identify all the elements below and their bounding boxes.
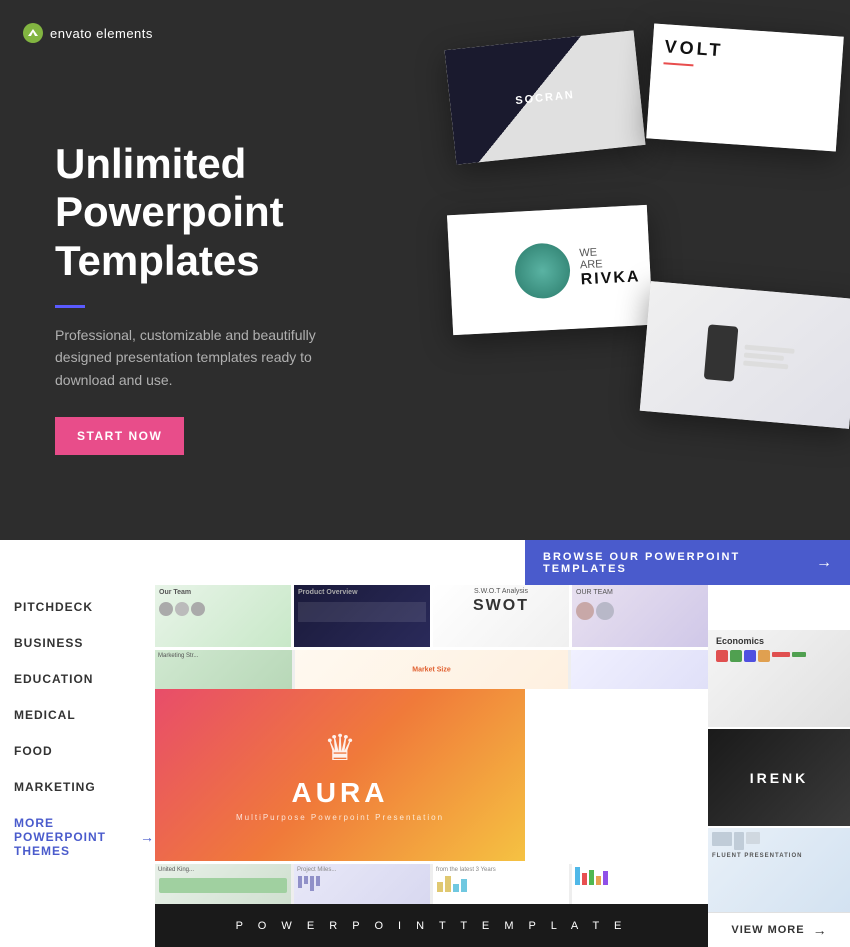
b-slide-3-bars <box>433 876 569 892</box>
strip-text: P O W E R P O I N T T E M P L A T E <box>236 920 628 932</box>
hero-images: SOCRAN VOLT WE ARE RIVKA <box>400 10 850 530</box>
mini-slide-team: Our Team <box>155 585 291 647</box>
mini-slide-team2: OUR TEAM <box>572 585 708 647</box>
rivka-circle <box>514 241 572 299</box>
slide-market-right <box>571 650 708 689</box>
main-content: BROWSE OUR POWERPOINT TEMPLATES → Our Te… <box>155 540 850 947</box>
browse-banner-arrow-icon: → <box>816 554 832 572</box>
rivka-text-block: WE ARE RIVKA <box>579 244 641 289</box>
logo-text: envato elements <box>50 26 153 41</box>
envato-logo-icon <box>22 22 44 44</box>
hero-divider <box>55 305 85 308</box>
b-slide-1: United King... <box>155 864 291 905</box>
product-label: Product Overview <box>294 585 430 600</box>
aura-subtitle: MultiPurpose Powerpoint Presentation <box>236 813 444 822</box>
volt-title: VOLT <box>664 36 724 61</box>
fluent-label: FLUENT PRESENTATION <box>712 853 846 859</box>
nav-item-business[interactable]: BUSINESS <box>14 636 155 650</box>
aura-crown-icon: ♛ <box>324 727 356 769</box>
hero-subtitle: Professional, customizable and beautiful… <box>55 324 355 391</box>
volt-underline <box>663 62 693 66</box>
top-thumbs-row: Our Team Product Overview S.W.O.T <box>155 585 708 647</box>
bottom-thumbs-row: United King... Project Miles... f <box>155 864 708 905</box>
economics-content: Economics <box>708 630 850 727</box>
b-slide-bars <box>294 876 430 891</box>
view-more-arrow-icon: → <box>813 922 827 938</box>
powerpoint-template-strip: P O W E R P O I N T T E M P L A T E <box>155 904 708 947</box>
browse-banner-text: BROWSE OUR POWERPOINT TEMPLATES <box>543 551 816 575</box>
fluent-device-icons <box>712 832 846 850</box>
more-powerpoint-themes-link[interactable]: MORE POWERPOINT THEMES <box>14 816 155 858</box>
b-slide-3: from the latest 3 Years <box>433 864 569 905</box>
team-label: Our Team <box>155 585 291 600</box>
team2-label: OUR TEAM <box>572 585 708 600</box>
irenk-label: IRENK <box>750 770 809 786</box>
b-slide-4-bars <box>572 864 708 888</box>
mini-slide-swot: S.W.O.T Analysis SWOT <box>433 585 569 647</box>
browse-banner: BROWSE OUR POWERPOINT TEMPLATES → <box>525 540 850 585</box>
economics-label: Economics <box>716 636 842 646</box>
hero-title: Unlimited Powerpoint Templates <box>55 140 435 285</box>
nav-item-pitchdeck[interactable]: PITCHDECK <box>14 600 155 614</box>
b-slide-3-label: from the latest 3 Years <box>433 864 569 876</box>
nav-item-medical[interactable]: MEDICAL <box>14 708 155 722</box>
start-now-button[interactable]: START NOW <box>55 417 184 455</box>
mini-slide-product: Product Overview <box>294 585 430 647</box>
slide-card-rivka: WE ARE RIVKA <box>447 205 653 335</box>
nav-item-marketing[interactable]: MARKETING <box>14 780 155 794</box>
rivka-fill: WE ARE RIVKA <box>447 205 653 335</box>
aura-featured-card[interactable]: ♛ AURA MultiPurpose Powerpoint Presentat… <box>155 689 525 860</box>
right-thumb-irenk[interactable]: IRENK <box>708 729 850 828</box>
sidebar-nav: PITCHDECK BUSINESS EDUCATION MEDICAL FOO… <box>0 540 155 947</box>
rivka-name: RIVKA <box>580 268 641 289</box>
logo: envato elements <box>22 22 153 44</box>
mobile-bars <box>743 344 795 369</box>
nav-item-food[interactable]: FOOD <box>14 744 155 758</box>
market-label: Marketing Str... <box>158 653 198 659</box>
view-more-text: VIEW MORE <box>731 924 804 936</box>
slide-card-volt: VOLT <box>646 24 844 152</box>
right-thumbs: Economics IRENK <box>708 630 850 947</box>
featured-area: Our Team Product Overview S.W.O.T <box>155 585 708 947</box>
irenk-content: IRENK <box>708 729 850 826</box>
rivka-we: WE <box>579 247 597 260</box>
nav-item-education[interactable]: EDUCATION <box>14 672 155 686</box>
b-slide-2-label: Project Miles... <box>294 864 430 876</box>
view-more-bar[interactable]: VIEW MORE → <box>708 912 850 947</box>
aura-title: AURA <box>292 777 389 809</box>
b-slide-1-label: United King... <box>155 864 291 876</box>
economics-icons <box>716 650 842 662</box>
phone-icon <box>704 324 739 381</box>
hero-content: Unlimited Powerpoint Templates Professio… <box>55 140 435 455</box>
middle-thumbs-row: Marketing Str... Market Size <box>155 650 708 689</box>
slide-card-socran: SOCRAN <box>445 30 646 164</box>
template-grid: Our Team Product Overview S.W.O.T <box>155 585 850 947</box>
swot-content: S.W.O.T Analysis SWOT <box>433 585 569 618</box>
browse-section: PITCHDECK BUSINESS EDUCATION MEDICAL FOO… <box>0 540 850 947</box>
team-icons <box>155 600 291 618</box>
b-slide-2: Project Miles... <box>294 864 430 905</box>
hero-section: envato elements Unlimited Powerpoint Tem… <box>0 0 850 540</box>
slide-aura-preview: Market Size <box>295 650 569 689</box>
mobile-fill <box>640 281 850 429</box>
volt-fill: VOLT <box>646 24 844 152</box>
right-thumb-economics[interactable]: Economics <box>708 630 850 729</box>
b-slide-4 <box>572 864 708 905</box>
team2-icons <box>572 600 708 622</box>
aura-preview-label: Market Size <box>412 666 451 673</box>
slide-market: Marketing Str... <box>155 650 292 689</box>
slide-card-mobile <box>640 281 850 429</box>
